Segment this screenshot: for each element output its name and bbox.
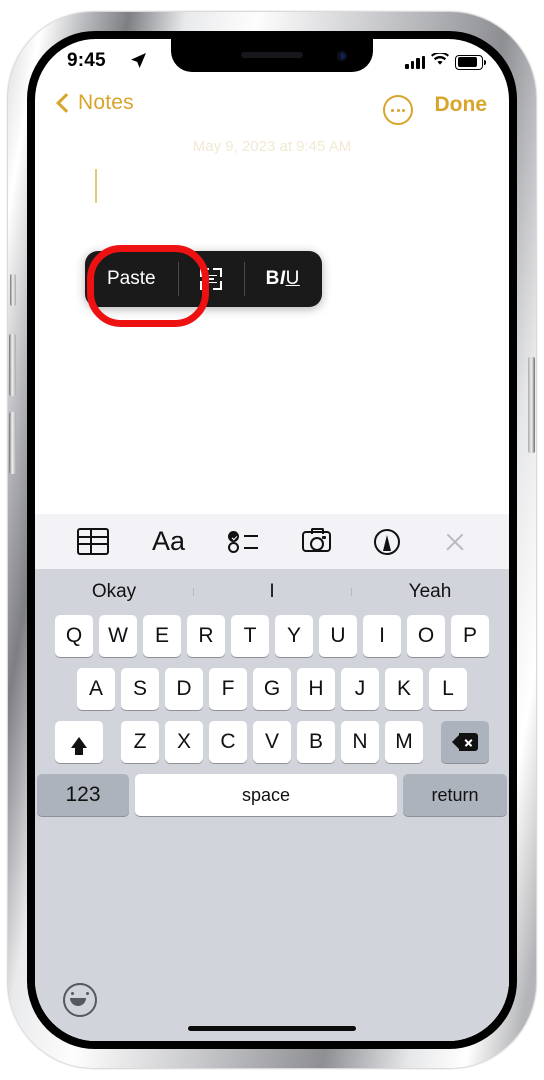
prediction-1[interactable]: Okay bbox=[35, 581, 193, 603]
cellular-signal-icon bbox=[405, 55, 425, 69]
key-b[interactable]: B bbox=[297, 721, 335, 763]
keyboard-row-4: 123 space return bbox=[35, 774, 509, 816]
format-aa-icon[interactable]: Aa bbox=[152, 528, 185, 555]
keyboard-row-2: A S D F G H J K L bbox=[35, 668, 509, 710]
key-f[interactable]: F bbox=[209, 668, 247, 710]
key-c[interactable]: C bbox=[209, 721, 247, 763]
key-h[interactable]: H bbox=[297, 668, 335, 710]
emoji-smiley-icon[interactable] bbox=[63, 983, 97, 1017]
earpiece-speaker bbox=[241, 52, 303, 58]
space-key[interactable]: space bbox=[135, 774, 397, 816]
key-d[interactable]: D bbox=[165, 668, 203, 710]
predictive-text-bar: Okay I Yeah bbox=[35, 569, 509, 615]
scan-text-icon bbox=[199, 268, 222, 290]
done-button[interactable]: Done bbox=[435, 93, 488, 117]
location-arrow-icon bbox=[130, 52, 147, 74]
status-indicators bbox=[405, 51, 486, 71]
prediction-2[interactable]: I bbox=[193, 581, 351, 603]
bold-label: B bbox=[265, 268, 280, 289]
status-time: 9:45 bbox=[67, 50, 106, 71]
power-button[interactable] bbox=[528, 357, 535, 453]
keyboard-row-3: Z X C V B N M bbox=[35, 721, 509, 763]
mute-switch[interactable] bbox=[10, 274, 16, 306]
key-e[interactable]: E bbox=[143, 615, 181, 657]
chevron-left-icon bbox=[56, 93, 76, 113]
numbers-key[interactable]: 123 bbox=[37, 774, 129, 816]
battery-full-icon bbox=[455, 54, 486, 70]
backspace-icon bbox=[452, 733, 478, 751]
key-l[interactable]: L bbox=[429, 668, 467, 710]
key-v[interactable]: V bbox=[253, 721, 291, 763]
key-a[interactable]: A bbox=[77, 668, 115, 710]
keyboard-bottom-bar bbox=[35, 979, 509, 1041]
key-g[interactable]: G bbox=[253, 668, 291, 710]
note-date: May 9, 2023 at 9:45 AM bbox=[192, 138, 352, 155]
camera-icon[interactable] bbox=[301, 528, 331, 552]
prediction-3[interactable]: Yeah bbox=[351, 581, 509, 603]
shift-arrow-icon bbox=[71, 736, 87, 755]
paste-context-menu: Paste BIU bbox=[85, 251, 322, 307]
format-biu-option[interactable]: BIU bbox=[243, 251, 322, 307]
checklist-icon[interactable] bbox=[228, 530, 259, 553]
onscreen-keyboard: Okay I Yeah Q W E R T Y U I O P A S D F … bbox=[35, 569, 509, 1041]
front-camera bbox=[337, 51, 347, 61]
underline-label: U bbox=[285, 268, 300, 289]
markup-pen-icon[interactable] bbox=[374, 528, 400, 555]
shift-key[interactable] bbox=[55, 721, 103, 763]
keyboard-row-1: Q W E R T Y U I O P bbox=[35, 615, 509, 657]
navigation-bar: Notes Done bbox=[35, 85, 509, 129]
close-icon[interactable] bbox=[443, 530, 467, 554]
table-icon[interactable] bbox=[76, 528, 109, 555]
key-q[interactable]: Q bbox=[55, 615, 93, 657]
notes-format-toolbar: Aa bbox=[35, 514, 509, 569]
volume-up-button[interactable] bbox=[9, 334, 16, 396]
back-label: Notes bbox=[78, 91, 134, 114]
volume-down-button[interactable] bbox=[9, 412, 16, 474]
return-key[interactable]: return bbox=[403, 774, 507, 816]
screenshot-stage: 9:45 Notes Done May 9, 2023 at 9:45 AM P… bbox=[0, 0, 544, 1080]
device-screen: 9:45 Notes Done May 9, 2023 at 9:45 AM P… bbox=[35, 39, 509, 1041]
key-i[interactable]: I bbox=[363, 615, 401, 657]
backspace-key[interactable] bbox=[441, 721, 489, 763]
text-caret bbox=[95, 169, 97, 203]
wifi-icon bbox=[431, 51, 449, 71]
key-p[interactable]: P bbox=[451, 615, 489, 657]
key-n[interactable]: N bbox=[341, 721, 379, 763]
iphone-device-frame: 9:45 Notes Done May 9, 2023 at 9:45 AM P… bbox=[8, 12, 536, 1068]
key-u[interactable]: U bbox=[319, 615, 357, 657]
key-o[interactable]: O bbox=[407, 615, 445, 657]
key-y[interactable]: Y bbox=[275, 615, 313, 657]
key-x[interactable]: X bbox=[165, 721, 203, 763]
scan-text-option[interactable] bbox=[177, 251, 244, 307]
home-indicator[interactable] bbox=[188, 1026, 356, 1031]
key-w[interactable]: W bbox=[99, 615, 137, 657]
back-to-notes-button[interactable]: Notes bbox=[56, 91, 134, 115]
ellipsis-circle-icon[interactable] bbox=[383, 95, 413, 125]
key-t[interactable]: T bbox=[231, 615, 269, 657]
key-m[interactable]: M bbox=[385, 721, 423, 763]
key-k[interactable]: K bbox=[385, 668, 423, 710]
device-bezel: 9:45 Notes Done May 9, 2023 at 9:45 AM P… bbox=[27, 31, 517, 1049]
notch bbox=[171, 39, 373, 72]
key-s[interactable]: S bbox=[121, 668, 159, 710]
paste-option[interactable]: Paste bbox=[85, 251, 178, 307]
key-j[interactable]: J bbox=[341, 668, 379, 710]
key-z[interactable]: Z bbox=[121, 721, 159, 763]
key-r[interactable]: R bbox=[187, 615, 225, 657]
